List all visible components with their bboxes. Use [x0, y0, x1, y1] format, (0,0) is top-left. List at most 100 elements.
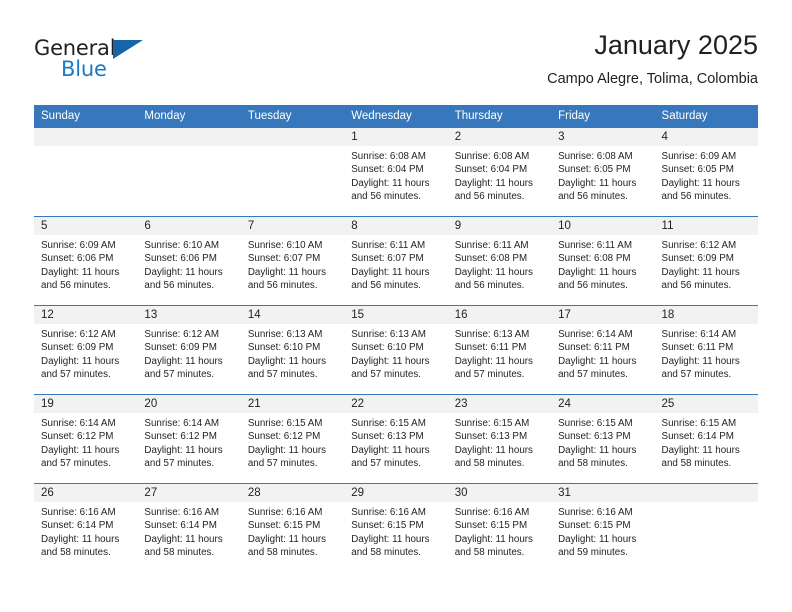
calendar-day-cell[interactable]: 9 Sunrise: 6:11 AM Sunset: 6:08 PM Daylight…	[447, 216, 552, 306]
weekday-header-monday: Monday	[137, 105, 241, 128]
day-number: 12	[34, 306, 138, 324]
calendar-day-cell[interactable]: 29 Sunrise: 6:16 AM Sunset: 6:15 PM Dayligh…	[344, 483, 448, 573]
calendar-day-cell[interactable]: 4 Sunrise: 6:09 AM Sunset: 6:05 PM Daylight…	[654, 127, 758, 217]
calendar-day-cell[interactable]: 21 Sunrise: 6:15 AM Sunset: 6:12 PM Dayligh…	[240, 394, 345, 484]
sunset-time: Sunset: 6:12 PM	[41, 431, 114, 443]
calendar-day-cell[interactable]: 22 Sunrise: 6:15 AM Sunset: 6:13 PM Dayligh…	[344, 394, 448, 484]
calendar-day-cell[interactable]: 11 Sunrise: 6:12 AM Sunset: 6:09 PM Dayligh…	[654, 216, 758, 306]
sunrise-time: Sunrise: 6:10 AM	[247, 240, 323, 251]
calendar-day-cell-inner: 14 Sunrise: 6:13 AM Sunset: 6:10 PM Dayligh…	[240, 306, 345, 394]
calendar-day-cell[interactable]: 25 Sunrise: 6:15 AM Sunset: 6:14 PM Dayligh…	[654, 394, 758, 484]
sunset-time: Sunset: 6:11 PM	[661, 342, 734, 354]
calendar-day-cell-inner: 6 Sunrise: 6:10 AM Sunset: 6:06 PM Daylight…	[137, 217, 241, 305]
calendar-day-cell[interactable]: 28 Sunrise: 6:16 AM Sunset: 6:15 PM Dayligh…	[240, 483, 345, 573]
calendar-day-cell[interactable]: 17 Sunrise: 6:14 AM Sunset: 6:11 PM Dayligh…	[551, 305, 655, 395]
weekday-header-tuesday: Tuesday	[240, 105, 345, 128]
calendar-day-cell-inner: 18 Sunrise: 6:14 AM Sunset: 6:11 PM Dayligh…	[654, 306, 758, 394]
sunset-time: Sunset: 6:07 PM	[247, 253, 321, 265]
calendar-day-cell[interactable]: 7 Sunrise: 6:10 AM Sunset: 6:07 PM Daylight…	[240, 216, 345, 306]
calendar-day-cell[interactable]: 12 Sunrise: 6:12 AM Sunset: 6:09 PM Dayligh…	[34, 305, 138, 395]
sunrise-time: Sunrise: 6:11 AM	[558, 240, 632, 251]
day-number: 27	[137, 484, 241, 502]
calendar-day-cell[interactable]: 10 Sunrise: 6:11 AM Sunset: 6:08 PM Dayligh…	[551, 216, 655, 306]
calendar-day-cell[interactable]: 27 Sunrise: 6:16 AM Sunset: 6:14 PM Dayligh…	[137, 483, 241, 573]
calendar-day-cell[interactable]: 26 Sunrise: 6:16 AM Sunset: 6:14 PM Dayligh…	[34, 483, 138, 573]
sunrise-time: Sunrise: 6:13 AM	[351, 329, 426, 340]
calendar-day-cell[interactable]: 24 Sunrise: 6:15 AM Sunset: 6:13 PM Dayligh…	[551, 394, 655, 484]
daylight-duration-line2: and 57 minutes.	[351, 458, 421, 470]
sunset-time: Sunset: 6:14 PM	[144, 520, 217, 532]
daylight-duration-line2: and 57 minutes.	[661, 369, 732, 381]
sunrise-time: Sunrise: 6:08 AM	[558, 151, 633, 162]
day-number: 31	[551, 484, 655, 502]
calendar-body: 1 Sunrise: 6:08 AM Sunset: 6:04 PM Daylight…	[34, 127, 758, 573]
calendar-day-cell[interactable]: 1 Sunrise: 6:08 AM Sunset: 6:04 PM Daylight…	[344, 127, 448, 217]
day-number: 2	[447, 128, 552, 146]
calendar-day-cell[interactable]: 23 Sunrise: 6:15 AM Sunset: 6:13 PM Dayligh…	[447, 394, 552, 484]
daylight-duration-line1: Daylight: 11 hours	[247, 533, 327, 545]
sunrise-time: Sunrise: 6:15 AM	[454, 418, 530, 429]
day-details: Sunrise: 6:15 AM Sunset: 6:12 PM Daylight:…	[241, 413, 344, 471]
daylight-duration-line1: Daylight: 11 hours	[351, 355, 430, 367]
day-details: Sunrise: 6:15 AM Sunset: 6:14 PM Daylight:…	[655, 413, 758, 471]
day-number: 24	[551, 395, 655, 413]
sunset-time: Sunset: 6:11 PM	[558, 342, 630, 354]
calendar-day-cell[interactable]: 31 Sunrise: 6:16 AM Sunset: 6:15 PM Dayligh…	[551, 483, 655, 573]
calendar-day-cell[interactable]: 13 Sunrise: 6:12 AM Sunset: 6:09 PM Dayligh…	[137, 305, 241, 395]
calendar-day-cell[interactable]: 18 Sunrise: 6:14 AM Sunset: 6:11 PM Dayligh…	[654, 305, 758, 395]
sunrise-time: Sunrise: 6:08 AM	[454, 151, 530, 162]
daylight-duration-line2: and 57 minutes.	[558, 369, 628, 381]
sunset-time: Sunset: 6:09 PM	[144, 342, 217, 354]
day-number	[137, 128, 241, 146]
day-details: Sunrise: 6:08 AM Sunset: 6:04 PM Daylight:…	[448, 146, 551, 204]
calendar-day-cell[interactable]: 15 Sunrise: 6:13 AM Sunset: 6:10 PM Dayligh…	[344, 305, 448, 395]
calendar-day-cell-inner	[137, 128, 241, 216]
calendar-day-cell-inner: 5 Sunrise: 6:09 AM Sunset: 6:06 PM Daylight…	[34, 217, 138, 305]
calendar-day-cell[interactable]: 5 Sunrise: 6:09 AM Sunset: 6:06 PM Daylight…	[34, 216, 138, 306]
calendar-day-cell[interactable]: 30 Sunrise: 6:16 AM Sunset: 6:15 PM Dayligh…	[447, 483, 552, 573]
calendar-day-cell[interactable]: 16 Sunrise: 6:13 AM Sunset: 6:11 PM Dayligh…	[447, 305, 552, 395]
sunrise-time: Sunrise: 6:09 AM	[661, 151, 737, 162]
calendar-day-cell[interactable]: 14 Sunrise: 6:13 AM Sunset: 6:10 PM Dayligh…	[240, 305, 345, 395]
daylight-duration-line1: Daylight: 11 hours	[454, 177, 533, 189]
sunrise-time: Sunrise: 6:14 AM	[41, 418, 116, 429]
day-number: 6	[137, 217, 241, 235]
daylight-duration-line2: and 58 minutes.	[41, 547, 111, 559]
weekday-header-wednesday: Wednesday	[344, 105, 448, 128]
sunset-time: Sunset: 6:15 PM	[247, 520, 321, 532]
calendar-day-cell-inner: 10 Sunrise: 6:11 AM Sunset: 6:08 PM Dayligh…	[551, 217, 655, 305]
calendar-day-cell-inner	[34, 128, 138, 216]
page-header: General Blue January 2025 Campo Alegre, …	[0, 28, 792, 98]
day-details: Sunrise: 6:15 AM Sunset: 6:13 PM Daylight:…	[448, 413, 551, 471]
day-number: 20	[137, 395, 241, 413]
calendar-day-cell[interactable]: 3 Sunrise: 6:08 AM Sunset: 6:05 PM Daylight…	[551, 127, 655, 217]
sunrise-time: Sunrise: 6:15 AM	[247, 418, 323, 429]
daylight-duration-line1: Daylight: 11 hours	[558, 177, 637, 189]
sunset-time: Sunset: 6:13 PM	[454, 431, 528, 443]
daylight-duration-line1: Daylight: 11 hours	[144, 266, 223, 278]
day-number: 22	[344, 395, 448, 413]
calendar-day-cell[interactable]: 20 Sunrise: 6:14 AM Sunset: 6:12 PM Dayligh…	[137, 394, 241, 484]
general-blue-logo[interactable]: General Blue	[34, 36, 174, 88]
sunrise-time: Sunrise: 6:13 AM	[454, 329, 530, 340]
sunrise-time: Sunrise: 6:15 AM	[558, 418, 633, 429]
sunrise-time: Sunrise: 6:11 AM	[351, 240, 426, 251]
calendar-day-cell[interactable]: 19 Sunrise: 6:14 AM Sunset: 6:12 PM Dayligh…	[34, 394, 138, 484]
calendar-day-cell-inner: 17 Sunrise: 6:14 AM Sunset: 6:11 PM Dayligh…	[551, 306, 655, 394]
day-details: Sunrise: 6:12 AM Sunset: 6:09 PM Daylight:…	[655, 235, 758, 293]
calendar-day-cell[interactable]: 2 Sunrise: 6:08 AM Sunset: 6:04 PM Daylight…	[447, 127, 552, 217]
calendar-day-cell[interactable]: 6 Sunrise: 6:10 AM Sunset: 6:06 PM Daylight…	[137, 216, 241, 306]
daylight-duration-line2: and 56 minutes.	[558, 191, 628, 203]
calendar-day-cell-inner: 27 Sunrise: 6:16 AM Sunset: 6:14 PM Dayligh…	[137, 484, 241, 573]
calendar-day-cell-inner	[654, 484, 758, 573]
daylight-duration-line1: Daylight: 11 hours	[41, 355, 120, 367]
calendar-day-cell-inner: 26 Sunrise: 6:16 AM Sunset: 6:14 PM Dayligh…	[34, 484, 138, 573]
day-number: 3	[551, 128, 655, 146]
calendar-day-cell-empty	[137, 127, 241, 217]
calendar-week-row: 1 Sunrise: 6:08 AM Sunset: 6:04 PM Daylight…	[34, 127, 758, 217]
calendar-page: General Blue January 2025 Campo Alegre, …	[0, 0, 792, 612]
daylight-duration-line1: Daylight: 11 hours	[351, 533, 430, 545]
calendar-day-cell[interactable]: 8 Sunrise: 6:11 AM Sunset: 6:07 PM Daylight…	[344, 216, 448, 306]
daylight-duration-line2: and 58 minutes.	[661, 458, 732, 470]
daylight-duration-line2: and 56 minutes.	[247, 280, 318, 292]
